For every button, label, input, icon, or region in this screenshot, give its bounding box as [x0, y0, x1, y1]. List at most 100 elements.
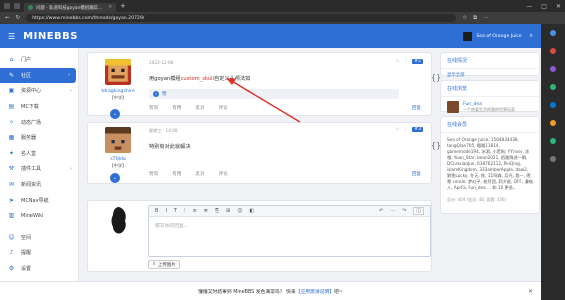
post-item: tdragkingshire 【中学】 2023-12-08 ☆ ⋮ #2 用g… — [87, 52, 441, 119]
extensions-icon[interactable]: ⧉ — [473, 15, 477, 22]
viewer-item[interactable]: Fun_dea 一个热爱生活的我的世界玩家 — [441, 97, 539, 117]
add-sidebar-icon[interactable] — [550, 156, 556, 162]
useful-button[interactable]: 有用 — [172, 105, 181, 111]
align-icon[interactable]: ≡ — [193, 208, 197, 214]
reply-button[interactable]: 回复 — [412, 171, 421, 177]
user-icon: ☺ — [8, 233, 15, 241]
viewer-title: 一个热爱生活的我的世界玩家 — [463, 106, 515, 112]
sidebar-item-plugin-tools[interactable]: ⚒ 插件工具 › — [0, 161, 78, 177]
site-logo[interactable]: MINEBBS — [23, 31, 78, 42]
reply-editor[interactable]: B I T ⁝ ≡ ≣ ⎘ ⊞ ☺ ◧ ↶ ··· ↷ ◫ 撰写你的回复... — [148, 205, 431, 257]
upload-image-button[interactable]: ⇪ 上传图片 — [148, 260, 180, 269]
more-format-icon[interactable]: ⁝ — [184, 208, 186, 214]
close-icon[interactable]: ✕ — [528, 288, 533, 295]
agree-button[interactable]: 赞同 — [149, 171, 158, 177]
menu-toggle-icon[interactable]: ☰ — [8, 32, 15, 41]
search-icon[interactable]: ⌕ — [530, 32, 533, 40]
refresh-icon[interactable]: ↻ — [16, 15, 21, 21]
reply-button[interactable]: 回复 — [412, 105, 421, 111]
browser-menu-icon[interactable]: ⋯ — [483, 15, 489, 21]
sidebar-item-settings[interactable]: ⚙ 设置 — [0, 261, 78, 277]
user-avatar[interactable] — [105, 59, 131, 85]
redo-icon[interactable]: ↷ — [402, 208, 406, 214]
notice-text: 懂懂又时结果到 MineBBS 发色满常吗？ 快来 — [198, 289, 296, 295]
text-style-icon[interactable]: T — [174, 208, 177, 214]
url-field[interactable]: https://www.minebbs.com/threads/goyan.20… — [26, 14, 457, 22]
user-title: 【中学】 — [109, 95, 127, 100]
post-actions: 赞同 有用 反对 评论 回复 — [149, 105, 421, 111]
header-user[interactable]: Sea of Orange Juice ⌕ — [463, 31, 533, 41]
bookmark-icon[interactable]: ☆ — [396, 59, 400, 64]
post-number[interactable]: #2 — [412, 59, 423, 64]
editor-placeholder[interactable]: 撰写你的回复... — [149, 217, 430, 234]
undo-icon[interactable]: ↶ — [379, 208, 383, 214]
post-date[interactable]: 星期三 · 14:08 — [149, 128, 178, 134]
window-menu-icon[interactable] — [4, 3, 10, 9]
box-icon: ▣ — [8, 87, 15, 95]
sidebar-item-space[interactable]: ☺ 空间 — [0, 230, 78, 246]
sidebar-item-alerts[interactable]: ♪ 提醒 — [0, 245, 78, 261]
code-icon[interactable]: ◧ — [249, 208, 254, 214]
post-text-prefix: 用goyan模组 — [149, 76, 181, 82]
sidebar-item-label: 社区 — [21, 72, 32, 79]
sidebar-item-mc-download[interactable]: ▤ MC下载 — [0, 99, 78, 115]
post-author: sTfdda 【中学】 — [96, 127, 140, 169]
tab-actions-icon[interactable] — [14, 3, 20, 9]
sidebar-item-minewiki[interactable]: ▥ MineWiki — [0, 208, 78, 224]
sidebar-item-portal[interactable]: ⌂ 门户 — [0, 52, 78, 68]
italic-icon[interactable]: I — [165, 208, 166, 214]
shopping-icon[interactable] — [550, 120, 556, 126]
notice-link[interactable]: 【应用需请说明】 — [296, 288, 334, 295]
sidebar-item-mcnav[interactable]: ➤ MCNav导航 — [0, 192, 78, 208]
post-username[interactable]: sTfdda — [96, 157, 140, 162]
media-icon[interactable]: ⊞ — [226, 208, 230, 214]
sidebar-item-activity[interactable]: ✧ 动态广场 — [0, 114, 78, 130]
reaction-bar[interactable]: ✓ 赞 — [149, 89, 399, 99]
bookmark-icon[interactable]: ☆ — [396, 127, 400, 132]
tools-sidebar-icon[interactable] — [550, 66, 556, 72]
post-number[interactable]: #3 — [412, 127, 423, 132]
games-icon[interactable] — [550, 84, 556, 90]
list-icon[interactable]: ≣ — [204, 208, 208, 214]
agree-button[interactable]: 赞同 — [149, 105, 158, 111]
back-icon[interactable]: ← — [5, 15, 10, 21]
site-header: ☰ MINEBBS Sea of Orange Juice ⌕ — [0, 24, 541, 48]
expand-chevron-icon[interactable]: ⌄ — [110, 173, 120, 183]
disagree-button[interactable]: 反对 — [195, 105, 204, 111]
bold-icon[interactable]: B — [155, 208, 158, 214]
office-icon[interactable] — [550, 102, 556, 108]
minimize-button[interactable]: — — [526, 3, 532, 10]
preview-toggle-icon[interactable]: ◫ — [413, 207, 424, 215]
site-favicon-icon — [28, 5, 33, 10]
current-user-avatar[interactable] — [108, 207, 130, 235]
post-username[interactable]: tdragkingshire — [96, 89, 140, 94]
post-date[interactable]: 2023-12-08 — [149, 60, 173, 65]
sidebar-item-servers[interactable]: ▦ 服务器 — [0, 130, 78, 146]
comment-button[interactable]: 评论 — [219, 105, 228, 111]
tab-close-icon[interactable]: ✕ — [108, 5, 112, 10]
useful-button[interactable]: 有用 — [172, 171, 181, 177]
maximize-button[interactable]: □ — [541, 3, 547, 10]
sidebar-item-resources[interactable]: ▣ 资源中心 › — [0, 83, 78, 99]
sidebar-item-hall-of-fame[interactable]: ✦ 名人堂 — [0, 146, 78, 162]
more-options-icon[interactable]: ⋮ — [404, 59, 409, 64]
image-icon[interactable]: ⎘ — [215, 208, 219, 214]
close-window-button[interactable]: ✕ — [556, 3, 561, 10]
favorite-icon[interactable]: ☆ — [462, 15, 467, 21]
more-options-icon[interactable]: ··· — [390, 208, 395, 214]
spotify-icon[interactable] — [550, 138, 556, 144]
emoji-icon[interactable]: ☺ — [237, 208, 242, 214]
browser-tab[interactable]: 问题 - 轨道科技goyan模组跟踪... ✕ — [24, 3, 116, 12]
search-sidebar-icon[interactable] — [550, 30, 556, 36]
new-tab-icon[interactable]: + — [120, 2, 126, 10]
online-members-list[interactable]: Sea of Orange Juice, 1564834438, tangQia… — [441, 133, 539, 195]
sidebar-item-community[interactable]: ✎ 社区 › — [0, 67, 76, 84]
more-options-icon[interactable]: ⋮ — [404, 127, 409, 132]
disagree-button[interactable]: 反对 — [195, 171, 204, 177]
expand-chevron-icon[interactable]: ⌄ — [110, 109, 120, 119]
user-avatar[interactable] — [105, 127, 131, 153]
collections-icon[interactable] — [550, 48, 556, 54]
comment-button[interactable]: 评论 — [219, 171, 228, 177]
address-bar-row: ← ↻ https://www.minebbs.com/threads/goya… — [0, 12, 565, 24]
sidebar-item-news[interactable]: ✉ 新闻资讯 — [0, 177, 78, 193]
